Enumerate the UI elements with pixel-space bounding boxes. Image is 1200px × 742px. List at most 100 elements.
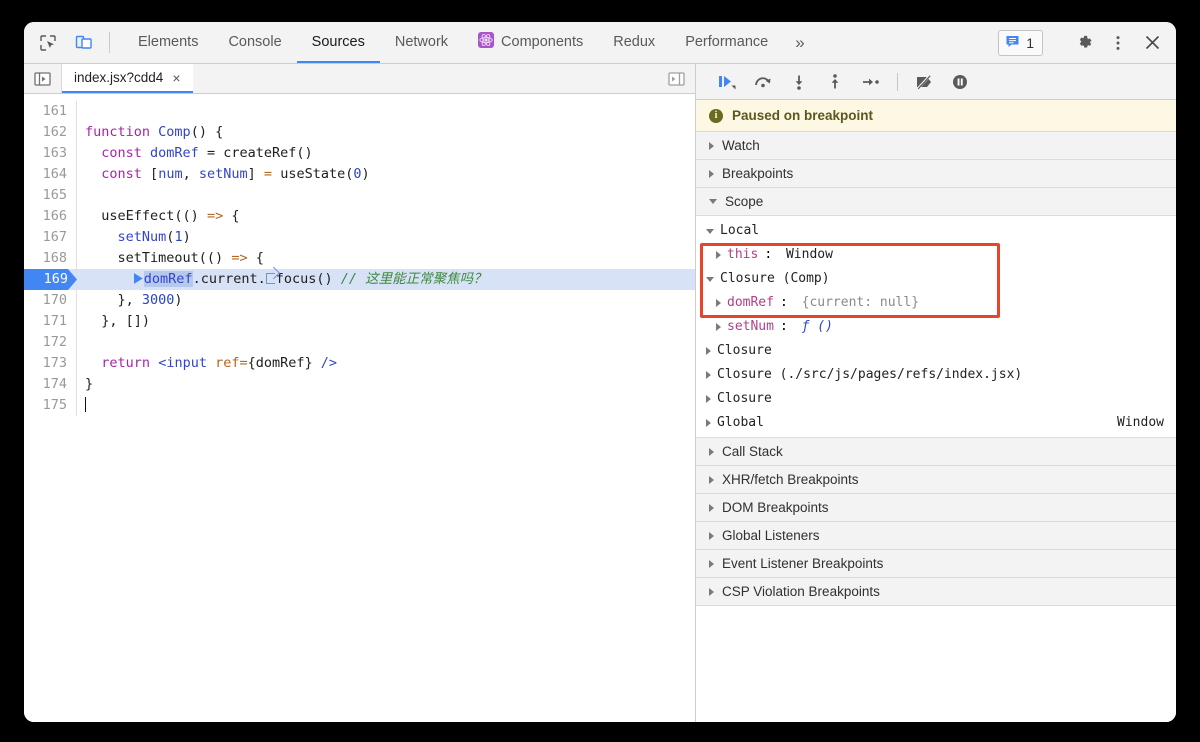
line-content: }	[85, 376, 94, 392]
section-event-listener-breakpoints[interactable]: Event Listener Breakpoints	[696, 550, 1176, 578]
line-number[interactable]: 171	[24, 311, 77, 332]
tab-components[interactable]: Components	[463, 22, 598, 63]
line-number[interactable]: 172	[24, 332, 77, 353]
scope-row-local[interactable]: Local	[696, 219, 1176, 243]
devtools-panel-tabs: Elements Console Sources Network Compone…	[117, 22, 998, 63]
token-punct: }, [])	[101, 313, 151, 329]
code-line-163: 163 const domRef = createRef()	[24, 143, 695, 164]
inline-breakpoint-active-icon[interactable]	[133, 273, 143, 284]
scope-row-global[interactable]: Global Window	[696, 411, 1176, 435]
scope-row-closure-comp[interactable]: Closure (Comp)	[696, 267, 1176, 291]
line-number[interactable]: 174	[24, 374, 77, 395]
scope-global-value: Window	[1117, 415, 1164, 430]
line-number[interactable]: 161	[24, 101, 77, 122]
inspect-element-icon[interactable]	[30, 22, 66, 63]
status-badge[interactable]: 1	[998, 29, 1043, 56]
section-csp-violation-breakpoints[interactable]: CSP Violation Breakpoints	[696, 578, 1176, 606]
token-punct: {	[231, 208, 240, 224]
scope-row-closure-index-jsx[interactable]: Closure (./src/js/pages/refs/index.jsx)	[696, 363, 1176, 387]
breakpoint-marker[interactable]: 169	[24, 269, 77, 290]
debugger-sidebar: i Paused on breakpoint Watch Breakpoints…	[696, 64, 1176, 722]
device-toolbar-icon[interactable]	[66, 22, 102, 63]
line-number[interactable]: 163	[24, 143, 77, 164]
pause-on-exceptions-icon[interactable]	[943, 67, 977, 97]
tab-console[interactable]: Console	[213, 22, 296, 63]
scope-row-this[interactable]: this: Window	[696, 243, 1176, 267]
section-xhr-fetch-breakpoints[interactable]: XHR/fetch Breakpoints	[696, 466, 1176, 494]
code-line-167: 167 setNum(1)	[24, 227, 695, 248]
resume-icon[interactable]	[710, 67, 744, 97]
devtools-main-toolbar: Elements Console Sources Network Compone…	[24, 22, 1176, 64]
scope-row-setnum[interactable]: setNum: ƒ ()	[696, 315, 1176, 339]
tab-network-label: Network	[394, 33, 449, 50]
chevron-right-icon	[709, 141, 714, 150]
property-name: domRef	[727, 295, 774, 310]
debugger-empty-space	[696, 606, 1176, 722]
line-number[interactable]: 168	[24, 248, 77, 269]
toolbar-divider	[109, 32, 110, 53]
line-content: }, 3000)	[77, 290, 183, 311]
tab-sources[interactable]: Sources	[296, 22, 380, 63]
show-debugger-icon[interactable]	[657, 64, 695, 93]
section-dom-breakpoints-label: DOM Breakpoints	[722, 500, 829, 515]
line-number[interactable]: 164	[24, 164, 77, 185]
section-scope-label: Scope	[725, 194, 764, 209]
line-content	[77, 395, 86, 416]
debugger-collapsed-sections: Call Stack XHR/fetch Breakpoints DOM Bre…	[696, 437, 1176, 606]
tab-performance[interactable]: Performance	[670, 22, 783, 63]
section-scope[interactable]: Scope	[696, 188, 1176, 216]
step-into-icon[interactable]	[782, 67, 816, 97]
line-number[interactable]: 170	[24, 290, 77, 311]
tab-redux[interactable]: Redux	[598, 22, 670, 63]
scope-label: Closure (./src/js/pages/refs/index.jsx)	[717, 367, 1023, 382]
step-icon[interactable]	[854, 67, 888, 97]
tab-elements[interactable]: Elements	[123, 22, 213, 63]
token-punct: )	[361, 166, 370, 182]
gear-icon[interactable]	[1068, 27, 1100, 59]
line-number[interactable]: 167	[24, 227, 77, 248]
line-number[interactable]: 165	[24, 185, 77, 206]
token-operator: =	[263, 166, 273, 182]
scope-row-domref[interactable]: domRef: {current: null}	[696, 291, 1176, 315]
line-number[interactable]: 173	[24, 353, 77, 374]
chevron-right-icon	[706, 347, 711, 355]
step-out-icon[interactable]	[818, 67, 852, 97]
token-jsx-value: {domRef}	[247, 355, 313, 371]
section-global-listeners[interactable]: Global Listeners	[696, 522, 1176, 550]
section-breakpoints-label: Breakpoints	[722, 166, 794, 181]
close-icon[interactable]: ×	[172, 71, 180, 85]
show-navigator-icon[interactable]	[24, 64, 62, 93]
line-number[interactable]: 166	[24, 206, 77, 227]
close-icon[interactable]	[1136, 27, 1168, 59]
token-punct: },	[117, 292, 142, 308]
section-watch[interactable]: Watch	[696, 132, 1176, 160]
code-line-164: 164 const [num, setNum] = useState(0)	[24, 164, 695, 185]
section-call-stack[interactable]: Call Stack	[696, 438, 1176, 466]
token-number: 3000	[141, 292, 175, 308]
kebab-menu-icon[interactable]	[1102, 27, 1134, 59]
code-editor[interactable]: 161 162 function Comp() { 163 const domR…	[24, 94, 695, 722]
section-dom-breakpoints[interactable]: DOM Breakpoints	[696, 494, 1176, 522]
inline-breakpoint-icon[interactable]	[265, 273, 275, 284]
chevron-right-icon	[709, 587, 714, 596]
scope-label: Local	[720, 223, 760, 238]
file-tab-index-jsx[interactable]: index.jsx?cdd4 ×	[62, 64, 193, 93]
chevron-right-icon	[709, 475, 714, 484]
line-number[interactable]: 169	[24, 269, 77, 290]
more-tabs-button[interactable]: »	[783, 22, 816, 63]
token-identifier: setNum	[198, 166, 248, 182]
property-colon: :	[779, 295, 796, 310]
property-colon: :	[779, 319, 796, 334]
chevron-right-icon	[716, 251, 721, 259]
line-number[interactable]: 162	[24, 122, 77, 143]
section-breakpoints[interactable]: Breakpoints	[696, 160, 1176, 188]
chevron-down-icon	[706, 228, 714, 234]
scope-row-closure-1[interactable]: Closure	[696, 339, 1176, 363]
section-watch-label: Watch	[722, 138, 760, 153]
section-csp-violation-breakpoints-label: CSP Violation Breakpoints	[722, 584, 880, 599]
scope-row-closure-2[interactable]: Closure	[696, 387, 1176, 411]
tab-network[interactable]: Network	[380, 22, 463, 63]
deactivate-breakpoints-icon[interactable]	[907, 67, 941, 97]
line-number[interactable]: 175	[24, 395, 77, 416]
step-over-icon[interactable]	[746, 67, 780, 97]
